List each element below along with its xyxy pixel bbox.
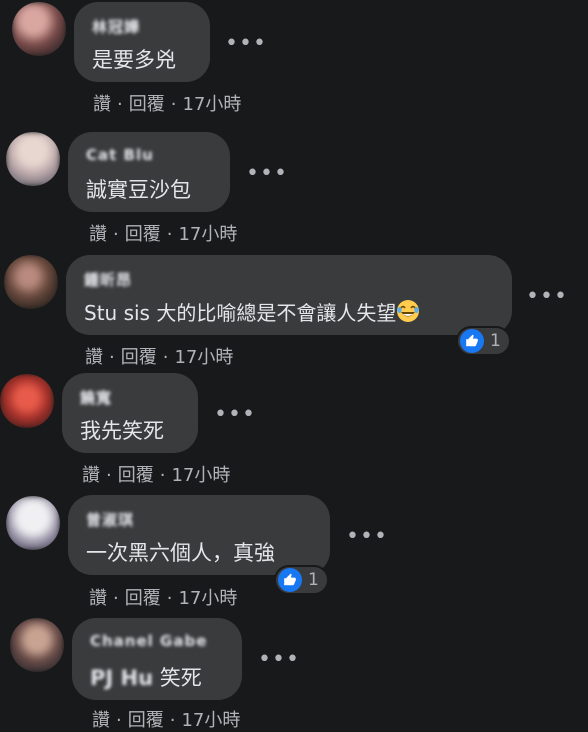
separator-dot: ·: [166, 588, 173, 609]
avatar[interactable]: [6, 132, 60, 186]
reply-link[interactable]: 回覆: [121, 347, 157, 368]
comment-text-content: 笑死: [159, 666, 202, 690]
like-link[interactable]: 讚: [89, 224, 107, 245]
tears-of-joy-emoji: [397, 300, 420, 322]
comment-text-content: Stu sis 大的比喻總是不會讓人失望: [84, 301, 397, 325]
comment-author[interactable]: 林冠嬅: [92, 16, 140, 37]
more-options-button[interactable]: •••: [246, 163, 287, 188]
separator-dot: ·: [109, 347, 115, 368]
avatar[interactable]: [6, 496, 60, 550]
comment-text: 誠實豆沙包: [86, 178, 191, 202]
comment-actions: 讚 · 回覆 · 17小時: [82, 461, 230, 487]
separator-dot: ·: [116, 710, 122, 731]
reaction-badge[interactable]: 1: [274, 565, 329, 595]
like-link[interactable]: 讚: [85, 347, 103, 368]
comment-actions: 讚 · 回覆 · 17小時: [92, 706, 240, 732]
mention-link[interactable]: PJ Hu: [90, 666, 153, 690]
more-options-button[interactable]: •••: [526, 286, 567, 311]
like-link[interactable]: 讚: [93, 94, 111, 115]
comment-text: 一次黑六個人，真強: [86, 541, 275, 565]
like-icon: [460, 329, 484, 353]
comment-author[interactable]: Cat Blu: [86, 146, 154, 164]
like-link[interactable]: 讚: [82, 465, 100, 486]
more-options-button[interactable]: •••: [258, 649, 299, 674]
comment-author[interactable]: 鍾昕昂: [84, 269, 132, 290]
separator-dot: ·: [106, 465, 112, 486]
reply-link[interactable]: 回覆: [118, 465, 154, 486]
separator-dot: ·: [169, 710, 176, 731]
timestamp-link[interactable]: 17小時: [181, 710, 240, 731]
timestamp-link[interactable]: 17小時: [182, 94, 241, 115]
reply-link[interactable]: 回覆: [125, 224, 161, 245]
thumbs-up-icon: [466, 334, 478, 347]
like-link[interactable]: 讚: [89, 588, 107, 609]
comment-bubble: Chanel Gabe PJ Hu 笑死: [72, 618, 242, 700]
separator-dot: ·: [162, 347, 169, 368]
avatar[interactable]: [12, 2, 66, 56]
comment-author[interactable]: 饒寬: [80, 387, 112, 408]
comment-author[interactable]: Chanel Gabe: [90, 632, 207, 650]
comment-bubble: Cat Blu 誠實豆沙包: [68, 132, 230, 212]
like-icon: [278, 568, 302, 592]
comment-bubble: 鍾昕昂 Stu sis 大的比喻總是不會讓人失望: [66, 255, 512, 335]
comment-actions: 讚 · 回覆 · 17小時: [89, 220, 237, 246]
reaction-badge[interactable]: 1: [456, 326, 511, 356]
timestamp-link[interactable]: 17小時: [178, 224, 237, 245]
reply-link[interactable]: 回覆: [125, 588, 161, 609]
more-options-button[interactable]: •••: [346, 526, 387, 551]
separator-dot: ·: [113, 588, 119, 609]
reaction-count: 1: [308, 570, 319, 590]
comment-author[interactable]: 曾淑琪: [86, 509, 134, 530]
comment-bubble: 林冠嬅 是要多兇: [74, 2, 210, 82]
separator-dot: ·: [117, 94, 123, 115]
comment-text: Stu sis 大的比喻總是不會讓人失望: [84, 297, 420, 326]
more-options-button[interactable]: •••: [225, 33, 266, 58]
reply-link[interactable]: 回覆: [128, 710, 164, 731]
avatar[interactable]: [10, 618, 64, 672]
timestamp-link[interactable]: 17小時: [171, 465, 230, 486]
avatar[interactable]: [0, 374, 54, 428]
comment-bubble: 曾淑琪 一次黑六個人，真強: [68, 495, 330, 575]
comment-text: PJ Hu 笑死: [90, 662, 202, 692]
comment-text: 我先笑死: [80, 419, 164, 443]
comment-text: 是要多兇: [92, 48, 176, 72]
reaction-count: 1: [490, 331, 501, 351]
separator-dot: ·: [113, 224, 119, 245]
separator-dot: ·: [159, 465, 166, 486]
reply-link[interactable]: 回覆: [129, 94, 165, 115]
avatar[interactable]: [4, 255, 58, 309]
comment-bubble: 饒寬 我先笑死: [62, 373, 198, 453]
separator-dot: ·: [166, 224, 173, 245]
timestamp-link[interactable]: 17小時: [174, 347, 233, 368]
comment-actions: 讚 · 回覆 · 17小時: [85, 343, 233, 369]
more-options-button[interactable]: •••: [214, 404, 255, 429]
like-link[interactable]: 讚: [92, 710, 110, 731]
comment-actions: 讚 · 回覆 · 17小時: [93, 90, 241, 116]
comment-actions: 讚 · 回覆 · 17小時: [89, 584, 237, 610]
separator-dot: ·: [170, 94, 177, 115]
thumbs-up-icon: [284, 573, 296, 586]
timestamp-link[interactable]: 17小時: [178, 588, 237, 609]
